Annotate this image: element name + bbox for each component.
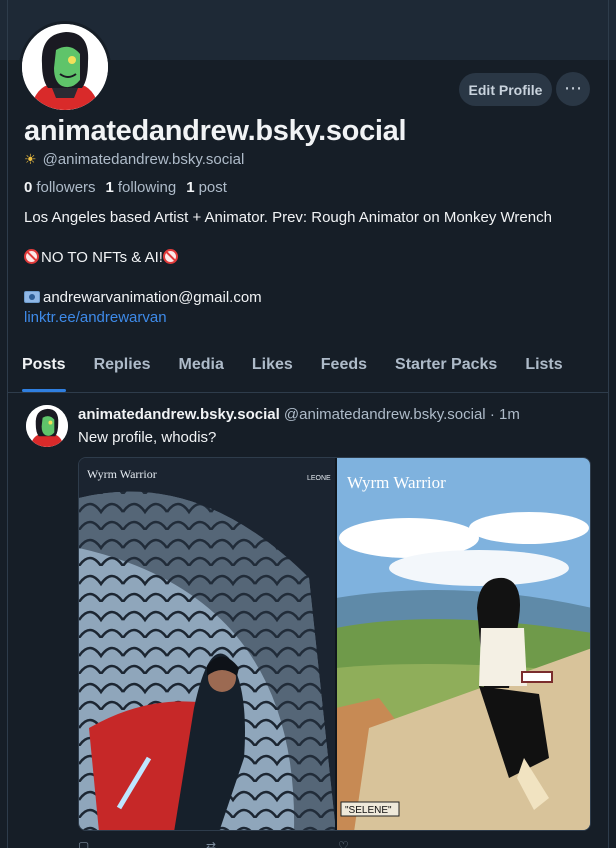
right-divider bbox=[608, 0, 609, 848]
tab-replies[interactable]: Replies bbox=[80, 346, 165, 392]
prohibited-icon bbox=[24, 249, 39, 264]
post-actions: ▢ ⇄ ♡ bbox=[78, 839, 378, 848]
bio-nft-line: NO TO NFTs & AI! bbox=[24, 248, 604, 268]
tab-posts[interactable]: Posts bbox=[8, 346, 80, 392]
followers-stat[interactable]: 0 followers bbox=[24, 179, 96, 196]
profile-stats: 0 followers 1 following 1 post bbox=[24, 179, 227, 196]
bio-spacer bbox=[24, 268, 604, 288]
following-label: following bbox=[117, 179, 177, 196]
post-time[interactable]: · 1m bbox=[490, 406, 520, 423]
tab-lists[interactable]: Lists bbox=[511, 346, 576, 392]
profile-page: Edit Profile ⋯ animatedandrew.bsky.socia… bbox=[0, 0, 616, 848]
post-author-name[interactable]: animatedandrew.bsky.social bbox=[78, 406, 280, 423]
posts-count: 1 bbox=[186, 179, 195, 196]
bio-spacer bbox=[24, 228, 604, 248]
bio-line: Los Angeles based Artist + Animator. Pre… bbox=[24, 209, 552, 226]
post-author-avatar[interactable] bbox=[26, 405, 68, 447]
tab-starter-packs[interactable]: Starter Packs bbox=[381, 346, 511, 392]
like-icon[interactable]: ♡ bbox=[338, 839, 349, 848]
following-stat[interactable]: 1 following bbox=[106, 179, 177, 196]
bio-email-line: andrewarvanimation@gmail.com bbox=[24, 288, 604, 308]
sun-icon: ☀ bbox=[24, 151, 37, 167]
tab-feeds[interactable]: Feeds bbox=[307, 346, 381, 392]
reply-icon[interactable]: ▢ bbox=[78, 839, 89, 848]
followers-count: 0 bbox=[24, 179, 33, 196]
post-text: New profile, whodis? bbox=[78, 429, 217, 446]
following-count: 1 bbox=[105, 179, 114, 196]
handle-row: ☀ @animatedandrew.bsky.social bbox=[24, 151, 244, 168]
repost-icon[interactable]: ⇄ bbox=[206, 839, 216, 848]
right-title: Wyrm Warrior bbox=[347, 473, 446, 492]
more-options-button[interactable]: ⋯ bbox=[556, 72, 590, 106]
feed-post[interactable]: animatedandrew.bsky.social @animatedandr… bbox=[8, 393, 608, 848]
post-author-handle[interactable]: @animatedandrew.bsky.social bbox=[284, 406, 486, 423]
left-title: Wyrm Warrior bbox=[87, 467, 157, 481]
edit-profile-button[interactable]: Edit Profile bbox=[459, 73, 552, 106]
post-image[interactable]: Wyrm Warrior LEONE Wyrm Warrior "SELENE" bbox=[78, 457, 591, 831]
profile-tabs: Posts Replies Media Likes Feeds Starter … bbox=[8, 346, 608, 393]
prohibited-icon bbox=[162, 249, 178, 264]
left-corner-label: LEONE bbox=[307, 475, 331, 482]
display-name: animatedandrew.bsky.social bbox=[24, 115, 407, 147]
tab-media[interactable]: Media bbox=[165, 346, 238, 392]
posts-label: post bbox=[198, 179, 227, 196]
followers-label: followers bbox=[36, 179, 96, 196]
envelope-icon bbox=[24, 291, 40, 303]
bio-link[interactable]: linktr.ee/andrewarvan bbox=[24, 308, 604, 328]
handle-text: @animatedandrew.bsky.social bbox=[42, 151, 245, 168]
bio-email: andrewarvanimation@gmail.com bbox=[43, 289, 262, 306]
profile-avatar[interactable] bbox=[19, 21, 111, 113]
bio-nft-text: NO TO NFTs & AI! bbox=[41, 249, 163, 266]
profile-bio: Los Angeles based Artist + Animator. Pre… bbox=[24, 208, 604, 328]
post-header: animatedandrew.bsky.social @animatedandr… bbox=[78, 406, 520, 423]
right-caption: "SELENE" bbox=[345, 805, 392, 816]
posts-stat: 1 post bbox=[186, 179, 227, 196]
tab-likes[interactable]: Likes bbox=[238, 346, 307, 392]
